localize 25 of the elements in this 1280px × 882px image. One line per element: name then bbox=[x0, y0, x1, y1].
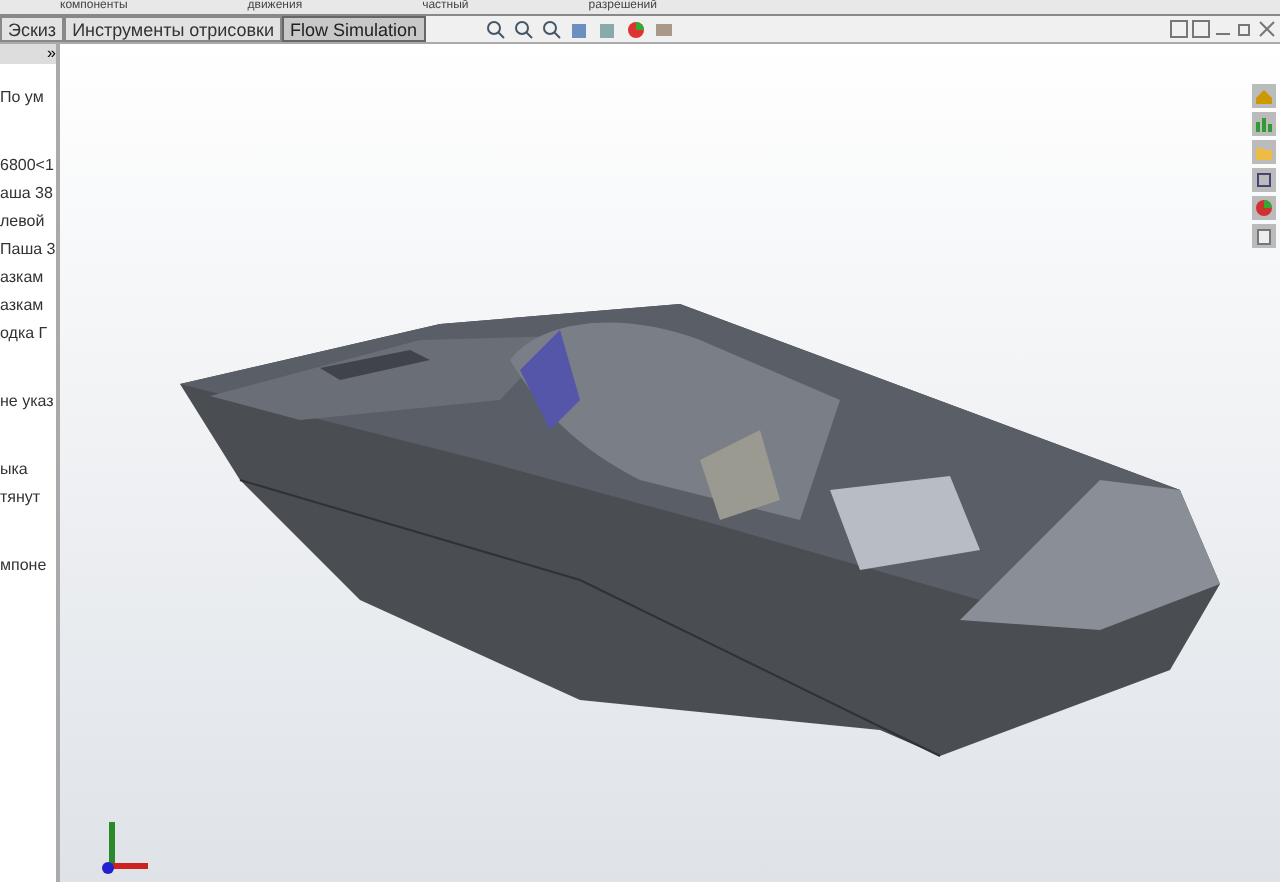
zoom-icon[interactable] bbox=[485, 19, 506, 39]
tree-item[interactable]: По ум bbox=[0, 84, 56, 112]
tree-item[interactable]: ыка bbox=[0, 456, 56, 484]
tree-item[interactable]: левой bbox=[0, 208, 56, 236]
tree-item[interactable]: Паша 3 bbox=[0, 236, 56, 264]
restore-icon[interactable] bbox=[1236, 20, 1254, 38]
tree-item[interactable]: азкам bbox=[0, 292, 56, 320]
ball-icon[interactable] bbox=[625, 19, 646, 39]
tree-item[interactable]: тянут bbox=[0, 484, 56, 512]
tree-item[interactable]: одка Г bbox=[0, 320, 56, 348]
tab[interactable]: Эскиз bbox=[0, 16, 65, 42]
tree-item[interactable]: азкам bbox=[0, 264, 56, 292]
tree-item[interactable]: не указ bbox=[0, 388, 56, 416]
window-tile-icon[interactable] bbox=[1192, 20, 1210, 38]
tree-item[interactable]: аша 38 bbox=[0, 180, 56, 208]
collapse-button[interactable]: » bbox=[47, 44, 56, 64]
tree-item[interactable]: 6800<1 bbox=[0, 152, 56, 180]
tab[interactable]: Flow Simulation bbox=[282, 16, 426, 42]
tab[interactable]: Инструменты отрисовки bbox=[64, 16, 282, 42]
zoom-icon[interactable] bbox=[513, 19, 534, 39]
window-tile-icon[interactable] bbox=[1170, 20, 1188, 38]
tree-item[interactable]: мпоне bbox=[0, 552, 56, 580]
zoom-icon[interactable] bbox=[541, 19, 562, 39]
close-icon[interactable] bbox=[1258, 20, 1276, 38]
color-wheel-icon[interactable] bbox=[1252, 196, 1276, 220]
